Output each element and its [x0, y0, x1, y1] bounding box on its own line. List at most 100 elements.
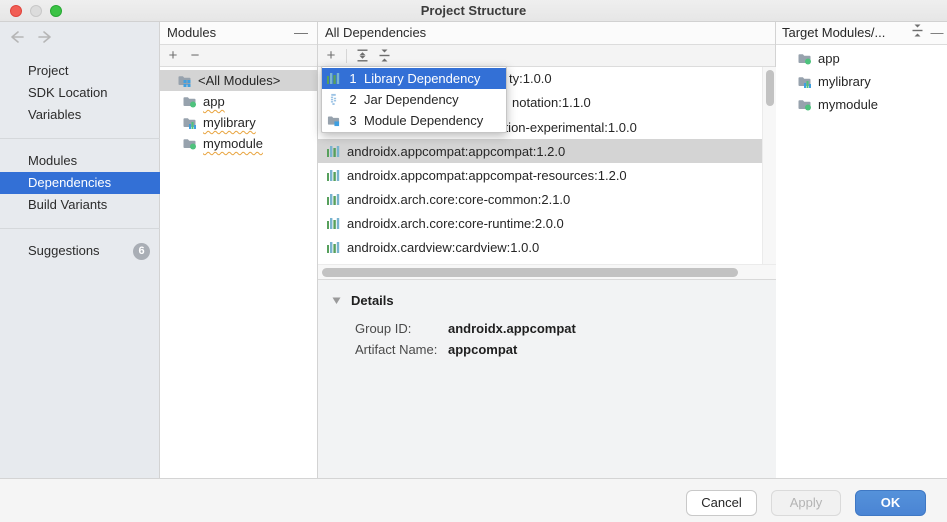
target-modules-panel: Target Modules/... — app mylibrary mymod… — [776, 22, 947, 478]
dialog-footer: Cancel Apply OK — [0, 478, 947, 522]
module-row-app[interactable]: app — [160, 91, 317, 112]
module-folder-icon — [182, 137, 198, 150]
sidebar: Project SDK Location Variables Modules D… — [0, 22, 160, 478]
sidebar-item-sdk-location[interactable]: SDK Location — [0, 82, 160, 104]
collapse-all-icon[interactable] — [907, 22, 927, 44]
dependency-label: androidx.cardview:cardview:1.0.0 — [347, 240, 539, 255]
forward-arrow-icon[interactable] — [38, 30, 54, 44]
group-id-label: Group ID: — [355, 321, 448, 336]
toolbar-divider — [346, 49, 347, 63]
dependency-label: notation:1.1.0 — [512, 91, 591, 115]
sidebar-item-modules[interactable]: Modules — [0, 150, 160, 172]
module-folder-icon — [182, 95, 198, 108]
dependency-row[interactable]: androidx.cardview:cardview:1.0.0 — [318, 235, 762, 259]
vertical-scrollbar-thumb[interactable] — [766, 70, 774, 106]
collapse-details-icon[interactable] — [332, 293, 341, 308]
jar-icon — [327, 93, 341, 106]
window-title: Project Structure — [0, 3, 947, 18]
module-folder-icon — [797, 52, 813, 65]
horizontal-scrollbar-thumb[interactable] — [322, 268, 738, 277]
dependency-row-selected[interactable]: androidx.appcompat:appcompat:1.2.0 — [318, 139, 762, 163]
sidebar-item-build-variants[interactable]: Build Variants — [0, 194, 160, 216]
dependency-row[interactable]: androidx.arch.core:core-common:2.1.0 — [318, 187, 762, 211]
horizontal-scrollbar[interactable] — [318, 264, 776, 279]
details-title: Details — [351, 293, 394, 308]
group-id-row: Group ID: androidx.appcompat — [355, 321, 576, 336]
menu-item-number: 2 — [346, 92, 360, 107]
suggestions-label: Suggestions — [28, 243, 100, 258]
add-module-button[interactable]: + — [162, 46, 184, 66]
artifact-name-value: appcompat — [448, 342, 517, 357]
target-panel-title: Target Modules/... — [782, 22, 907, 44]
collapse-all-icon[interactable] — [373, 46, 395, 66]
apply-button: Apply — [771, 490, 841, 516]
module-label: mymodule — [203, 136, 263, 151]
module-folder-icon — [797, 98, 813, 111]
project-structure-dialog: Project Structure Project SDK Location V… — [0, 0, 947, 522]
dependency-label: ty:1.0.0 — [509, 67, 552, 91]
expand-all-icon[interactable] — [351, 46, 373, 66]
modules-panel-header: Modules — — [160, 22, 317, 45]
module-label: app — [203, 94, 225, 109]
library-folder-icon — [797, 75, 813, 88]
suggestions-count-badge: 6 — [133, 243, 150, 260]
menu-item-jar-dependency[interactable]: 2 Jar Dependency — [322, 89, 506, 110]
group-id-value: androidx.appcompat — [448, 321, 576, 336]
remove-module-button[interactable]: − — [184, 46, 206, 66]
module-label: mylibrary — [203, 115, 256, 130]
hide-panel-icon[interactable]: — — [291, 22, 311, 44]
library-icon — [327, 72, 341, 85]
title-bar: Project Structure — [0, 0, 947, 22]
library-icon — [327, 145, 341, 158]
target-module-row-mylibrary[interactable]: mylibrary — [776, 71, 947, 92]
library-icon — [327, 217, 341, 230]
dependencies-panel-header: All Dependencies — [318, 22, 775, 45]
library-icon — [327, 169, 341, 182]
module-row-all-modules[interactable]: <All Modules> — [160, 70, 317, 91]
target-module-label: app — [818, 51, 840, 66]
sidebar-divider — [0, 228, 160, 229]
ok-button[interactable]: OK — [855, 490, 926, 516]
module-folder-icon — [327, 114, 341, 127]
dependencies-toolbar: + — [318, 45, 775, 67]
target-module-label: mymodule — [818, 97, 878, 112]
target-module-row-app[interactable]: app — [776, 48, 947, 69]
menu-item-label: Module Dependency — [364, 113, 483, 128]
modules-panel-title: Modules — [167, 25, 216, 40]
menu-item-library-dependency[interactable]: 1 Library Dependency — [322, 68, 506, 89]
dependency-row[interactable]: androidx.appcompat:appcompat-resources:1… — [318, 163, 762, 187]
dependency-label: androidx.appcompat:appcompat:1.2.0 — [347, 144, 565, 159]
module-row-mylibrary[interactable]: mylibrary — [160, 112, 317, 133]
details-section: Details Group ID: androidx.appcompat Art… — [318, 279, 776, 478]
menu-item-module-dependency[interactable]: 3 Module Dependency — [322, 110, 506, 131]
target-module-label: mylibrary — [818, 74, 871, 89]
dependency-label: androidx.arch.core:core-runtime:2.0.0 — [347, 216, 564, 231]
sidebar-item-suggestions[interactable]: Suggestions 6 — [0, 240, 160, 262]
dependency-label: androidx.appcompat:appcompat-resources:1… — [347, 168, 627, 183]
module-label: <All Modules> — [198, 73, 280, 88]
dependencies-panel-title: All Dependencies — [325, 25, 426, 40]
modules-toolbar: + − — [160, 45, 317, 67]
sidebar-item-variables[interactable]: Variables — [0, 104, 160, 126]
target-panel-header: Target Modules/... — — [776, 22, 947, 45]
target-module-row-mymodule[interactable]: mymodule — [776, 94, 947, 115]
sidebar-item-dependencies[interactable]: Dependencies — [0, 172, 160, 194]
cancel-button[interactable]: Cancel — [686, 490, 757, 516]
menu-item-number: 1 — [346, 71, 360, 86]
library-folder-icon — [182, 116, 198, 129]
dependency-row[interactable]: androidx.arch.core:core-runtime:2.0.0 — [318, 211, 762, 235]
all-modules-folder-icon — [177, 74, 193, 87]
back-arrow-icon[interactable] — [8, 30, 24, 44]
hide-panel-icon[interactable]: — — [927, 22, 947, 44]
add-dependency-button[interactable]: + — [320, 46, 342, 66]
artifact-name-label: Artifact Name: — [355, 342, 448, 357]
menu-item-label: Library Dependency — [364, 71, 480, 86]
add-dependency-menu: 1 Library Dependency 2 Jar Dependency 3 … — [321, 66, 507, 133]
sidebar-item-project[interactable]: Project — [0, 60, 160, 82]
modules-panel: Modules — + − <All Modules> app mylibrar… — [160, 22, 318, 478]
menu-item-number: 3 — [346, 113, 360, 128]
vertical-scrollbar[interactable] — [762, 67, 776, 264]
library-icon — [327, 241, 341, 254]
dependency-label: androidx.arch.core:core-common:2.1.0 — [347, 192, 570, 207]
module-row-mymodule[interactable]: mymodule — [160, 133, 317, 154]
